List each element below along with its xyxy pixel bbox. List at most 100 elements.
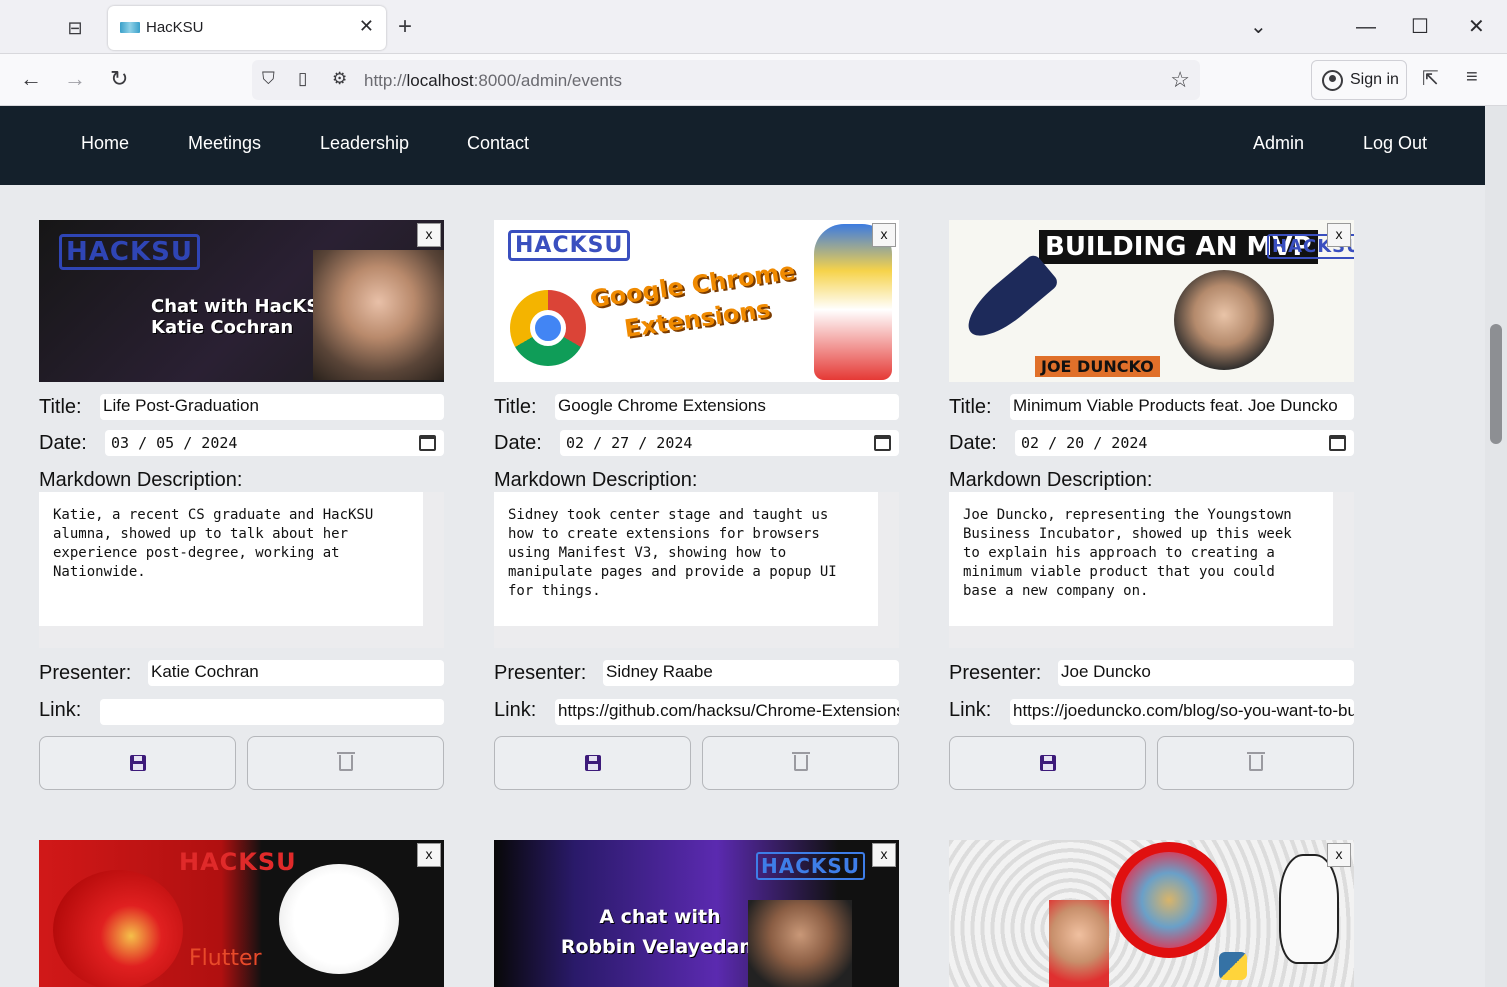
date-value: 02 / 20 / 2024 (1021, 434, 1148, 452)
date-input[interactable]: 03 / 05 / 2024 (105, 430, 444, 456)
hacksu-logo: HACKSU (59, 234, 200, 270)
nav-leadership[interactable]: Leadership (320, 133, 409, 154)
back-icon[interactable]: ← (20, 66, 42, 92)
url-text[interactable]: http://localhost:8000/admin/events (364, 71, 622, 91)
hacksu-logo: HACKSU (508, 230, 631, 261)
date-label: Date: (39, 432, 87, 454)
presenter-photo (748, 900, 852, 987)
remove-image-button[interactable]: x (872, 843, 896, 867)
trash-icon (336, 752, 355, 771)
markdown-wrapper: Katie, a recent CS graduate and HacKSU a… (39, 492, 444, 648)
link-input[interactable] (100, 699, 444, 725)
event-thumbnail: BUILDING AN MVP HACKSU JOE DUNCKO x (949, 220, 1354, 382)
save-icon (584, 755, 601, 771)
hacksu-logo: HACKSU (756, 852, 866, 880)
mascot-illustration (279, 864, 399, 974)
delete-button[interactable] (247, 736, 444, 790)
calendar-icon[interactable] (874, 435, 891, 451)
delete-button[interactable] (702, 736, 899, 790)
shield-icon[interactable]: ⛉ (262, 69, 275, 89)
address-bar[interactable]: ⛉ ▯ ⚙ http://localhost:8000/admin/events… (252, 60, 1200, 100)
python-logo-icon (1219, 952, 1247, 980)
forward-icon[interactable]: → (64, 66, 86, 92)
nav-contact[interactable]: Contact (467, 133, 529, 154)
event-thumbnail: python x (949, 840, 1354, 987)
thumbnail-subcaption: JOE DUNCKO (1035, 356, 1160, 377)
remove-image-button[interactable]: x (417, 223, 441, 247)
site-header: Home Meetings Leadership Contact Admin L… (0, 106, 1485, 185)
nav-meetings[interactable]: Meetings (188, 133, 261, 154)
presenter-label: Presenter: (39, 662, 132, 684)
event-card: HACKSU A chat with Robbin Velayedam x (494, 840, 899, 987)
presenter-label: Presenter: (949, 662, 1042, 684)
nav-home[interactable]: Home (81, 133, 129, 154)
rocket-illustration (957, 252, 1061, 348)
event-thumbnail: HACKSU Flutter x (39, 840, 444, 987)
save-icon (129, 755, 146, 771)
title-label: Title: (494, 396, 537, 418)
calendar-icon[interactable] (1329, 435, 1346, 451)
event-thumbnail: HACKSU Chat with HacKSU alumnus: Katie C… (39, 220, 444, 382)
link-input[interactable]: https://github.com/hacksu/Chrome-Extensi… (555, 699, 899, 725)
remove-image-button[interactable]: x (872, 223, 896, 247)
scrollbar-track[interactable] (1485, 106, 1507, 987)
event-card: python x (949, 840, 1354, 987)
event-card: HACKSU Flutter x (39, 840, 444, 987)
tab-title: HacKSU (146, 19, 204, 36)
title-input[interactable]: Google Chrome Extensions (555, 394, 899, 420)
tab-list-chevron-icon[interactable]: ⌄ (1250, 14, 1267, 40)
browser-tab[interactable]: HacKSU ✕ (108, 6, 386, 50)
sign-in-label: Sign in (1350, 71, 1399, 88)
browser-tab-bar: ⊟ HacKSU ✕ + ⌄ — ☐ ✕ (0, 0, 1507, 54)
chrome-logo (510, 290, 586, 366)
save-button[interactable] (494, 736, 691, 790)
save-button[interactable] (949, 736, 1146, 790)
remove-image-button[interactable]: x (1327, 223, 1351, 247)
delete-button[interactable] (1157, 736, 1354, 790)
presenter-photo (1174, 270, 1274, 370)
markdown-textarea[interactable]: Sidney took center stage and taught us h… (494, 492, 878, 626)
calendar-icon[interactable] (419, 435, 436, 451)
tab-close-icon[interactable]: ✕ (359, 16, 374, 37)
remove-image-button[interactable]: x (1327, 843, 1351, 867)
nav-admin[interactable]: Admin (1253, 133, 1304, 154)
save-button[interactable] (39, 736, 236, 790)
reload-icon[interactable]: ↻ (110, 66, 128, 92)
bookmark-star-icon[interactable]: ☆ (1170, 67, 1190, 93)
presenter-label: Presenter: (494, 662, 587, 684)
tab-overview-icon[interactable]: ⊟ (60, 14, 90, 42)
presenter-input[interactable]: Katie Cochran (148, 660, 444, 686)
title-input[interactable]: Life Post-Graduation (100, 394, 444, 420)
markdown-textarea[interactable]: Katie, a recent CS graduate and HacKSU a… (39, 492, 423, 626)
date-input[interactable]: 02 / 20 / 2024 (1015, 430, 1354, 456)
save-icon (1039, 755, 1056, 771)
nav-log-out[interactable]: Log Out (1363, 133, 1427, 154)
favicon-icon (120, 22, 140, 33)
permissions-icon[interactable]: ⚙ (332, 69, 347, 89)
page-info-icon[interactable]: ▯ (298, 69, 307, 89)
markdown-label: Markdown Description: (949, 469, 1153, 491)
link-label: Link: (39, 699, 82, 721)
minimize-icon[interactable]: — (1356, 14, 1376, 40)
event-card: BUILDING AN MVP HACKSU JOE DUNCKO x Titl… (949, 220, 1354, 790)
event-card: HACKSU Chat with HacKSU alumnus: Katie C… (39, 220, 444, 790)
date-label: Date: (949, 432, 997, 454)
sign-in-button[interactable]: Sign in (1311, 60, 1407, 100)
extensions-icon[interactable]: ⇱ (1422, 66, 1439, 91)
maximize-icon[interactable]: ☐ (1411, 14, 1429, 40)
trash-icon (1246, 752, 1265, 771)
date-label: Date: (494, 432, 542, 454)
presenter-input[interactable]: Sidney Raabe (603, 660, 899, 686)
hacksu-logo: HACKSU (179, 848, 297, 876)
remove-image-button[interactable]: x (417, 843, 441, 867)
window-close-icon[interactable]: ✕ (1468, 14, 1485, 40)
menu-icon[interactable]: ≡ (1466, 66, 1478, 89)
presenter-input[interactable]: Joe Duncko (1058, 660, 1354, 686)
markdown-textarea[interactable]: Joe Duncko, representing the Youngstown … (949, 492, 1333, 626)
presenter-photo (313, 250, 444, 380)
link-input[interactable]: https://joeduncko.com/blog/so-you-want-t… (1010, 699, 1354, 725)
scrollbar-thumb[interactable] (1490, 324, 1502, 444)
title-input[interactable]: Minimum Viable Products feat. Joe Duncko (1010, 394, 1354, 420)
date-input[interactable]: 02 / 27 / 2024 (560, 430, 899, 456)
new-tab-icon[interactable]: + (398, 14, 412, 40)
